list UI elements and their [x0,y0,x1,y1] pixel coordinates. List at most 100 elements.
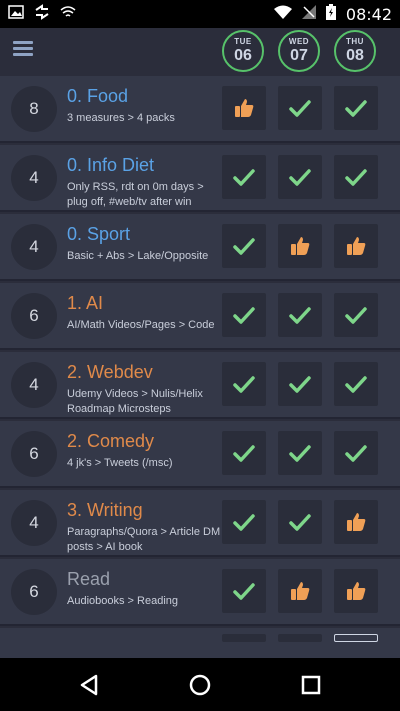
battery-icon [325,3,336,25]
back-icon[interactable] [76,672,102,698]
checkmark-icon [233,306,255,324]
habit-check-cell[interactable] [334,500,378,544]
recents-icon[interactable] [298,672,324,698]
habit-row[interactable]: 6 1. AI AI/Math Videos/Pages > Code [0,283,400,350]
habit-check-cell[interactable] [278,224,322,268]
habit-score-badge: 4 [11,500,57,546]
wifi-settings-icon [60,4,76,25]
status-bar: 08:42 [0,0,400,28]
habit-check-cell[interactable] [278,293,322,337]
habit-score-badge: 6 [11,569,57,615]
habit-description: 4 jk's > Tweets (/msc) [67,457,173,469]
checkmark-icon [233,237,255,255]
image-icon [8,4,24,24]
habit-score-badge: 4 [11,155,57,201]
habit-title: 2. Comedy [67,431,155,451]
habit-check-cell[interactable] [222,500,266,544]
checkmark-icon [233,444,255,462]
habit-row[interactable]: 4 0. Sport Basic + Abs > Lake/Opposite [0,214,400,281]
habit-description: 3 measures > 4 packs [67,112,175,124]
app-bar: TUE 06 WED 07 THU 08 [0,28,400,76]
habit-check-cell[interactable] [334,431,378,475]
habit-score-badge: 8 [11,86,57,132]
habit-check-cell[interactable] [334,362,378,406]
habit-check-cell[interactable] [222,86,266,130]
habit-description: Audiobooks > Reading [67,595,178,607]
thumbs-up-icon [289,235,311,257]
habit-score-badge: 4 [11,362,57,408]
habit-row[interactable]: 4 3. Writing Paragraphs/Quora > Article DM… [0,490,400,557]
checkmark-icon [289,306,311,324]
habit-check-cell[interactable] [334,155,378,199]
no-signal-icon [301,4,316,24]
habit-title: 2. Webdev [67,362,153,382]
thumbs-up-icon [289,580,311,602]
checkmark-icon [289,375,311,393]
habit-check-cell[interactable] [278,500,322,544]
checkmark-icon [233,513,255,531]
checkmark-icon [345,168,367,186]
day-date: 08 [346,47,364,64]
habit-row[interactable]: 6 2. Comedy 4 jk's > Tweets (/msc) [0,421,400,488]
checkmark-icon [289,513,311,531]
habit-row[interactable]: 4 2. Webdev Udemy Videos > Nulis/Helix Roa… [0,352,400,419]
habit-check-cell[interactable] [334,634,378,642]
checkmark-icon [345,306,367,324]
habit-check-cell[interactable] [334,86,378,130]
habit-description: Paragraphs/Quora > Article DM posts > AI… [67,526,221,553]
thumbs-up-icon [345,235,367,257]
thumbs-up-icon [345,580,367,602]
sync-icon [34,3,50,25]
habit-check-cell[interactable] [222,431,266,475]
habit-title: 0. Food [67,86,129,106]
habit-row[interactable]: 6 Read Audiobooks > Reading [0,559,400,626]
habit-check-cell[interactable] [278,86,322,130]
habit-check-cell[interactable] [222,293,266,337]
home-icon[interactable] [187,672,213,698]
habit-title: 3. Writing [67,500,143,520]
habit-title: 1. AI [67,293,104,313]
habit-check-cell[interactable] [278,569,322,613]
thumbs-up-icon [345,511,367,533]
day-date: 07 [290,47,308,64]
habit-check-cell[interactable] [222,569,266,613]
checkmark-icon [233,168,255,186]
habit-check-cell[interactable] [222,224,266,268]
checkmark-icon [345,444,367,462]
habit-title: 0. Sport [67,224,131,244]
checkmark-icon [345,99,367,117]
day-header-thu[interactable]: THU 08 [334,30,376,72]
habit-check-cell[interactable] [278,362,322,406]
checkmark-icon [233,582,255,600]
habit-description: AI/Math Videos/Pages > Code [67,319,215,331]
habit-check-cell[interactable] [222,155,266,199]
navigation-bar [0,658,400,711]
day-header-wed[interactable]: WED 07 [278,30,320,72]
habit-score-badge: 4 [11,224,57,270]
habit-score-badge: 6 [11,431,57,477]
habit-row-partial[interactable] [0,628,400,658]
habit-check-cell[interactable] [334,569,378,613]
habit-row[interactable]: 8 0. Food 3 measures > 4 packs [0,76,400,143]
habit-list[interactable]: 8 0. Food 3 measures > 4 packs 4 0. Info Die… [0,76,400,658]
habit-row[interactable]: 4 0. Info Diet Only RSS, rdt on 0m days > … [0,145,400,212]
checkmark-icon [289,444,311,462]
habit-check-cell[interactable] [334,224,378,268]
habit-check-cell[interactable] [334,293,378,337]
checkmark-icon [289,99,311,117]
habit-check-cell[interactable] [278,155,322,199]
checkmark-icon [289,168,311,186]
day-date: 06 [234,47,252,64]
checkmark-icon [233,375,255,393]
habit-check-cell[interactable] [222,634,266,642]
habit-check-cell[interactable] [278,634,322,642]
checkmark-icon [345,375,367,393]
status-time: 08:42 [345,4,392,24]
day-header-tue[interactable]: TUE 06 [222,30,264,72]
day-name: THU [346,37,364,46]
menu-icon[interactable] [13,41,33,57]
habit-description: Basic + Abs > Lake/Opposite [67,250,209,262]
habit-check-cell[interactable] [222,362,266,406]
habit-title: 0. Info Diet [67,155,155,175]
habit-check-cell[interactable] [278,431,322,475]
